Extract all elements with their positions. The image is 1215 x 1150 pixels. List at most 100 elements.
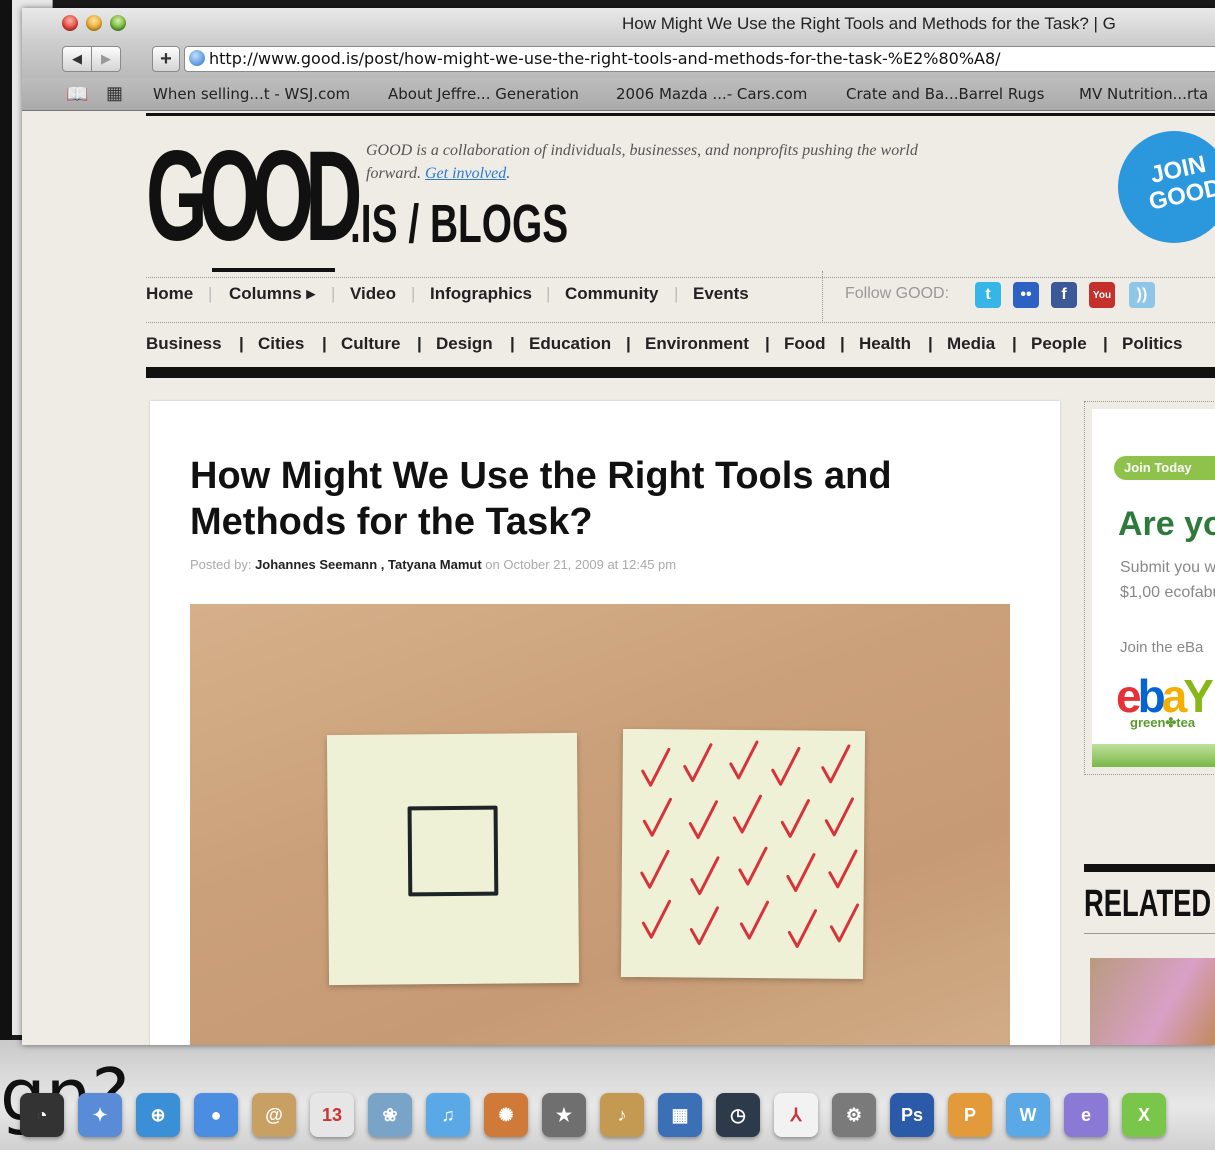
entourage-icon[interactable]: e — [1064, 1093, 1108, 1137]
photoshop-icon[interactable]: Ps — [890, 1093, 934, 1137]
square-drawing — [407, 805, 499, 897]
related-rule — [1084, 864, 1215, 872]
bookmarks-book-icon[interactable]: 📖 — [66, 84, 88, 105]
add-bookmark-button[interactable]: + — [152, 46, 180, 72]
nav-separator: | — [674, 284, 679, 303]
site-tagline: GOOD is a collaboration of individuals, … — [366, 142, 918, 182]
garageband-icon[interactable]: ♪ — [600, 1093, 644, 1137]
nav-separator: | — [510, 334, 515, 353]
site-logo-sub[interactable]: .IS / BLOGS — [350, 197, 568, 251]
preview-icon[interactable]: ✦ — [78, 1093, 122, 1137]
address-book-icon[interactable]: @ — [252, 1093, 296, 1137]
nav-separator: | — [322, 334, 327, 353]
category-business[interactable]: Business — [146, 334, 222, 354]
follow-label: Follow GOOD: — [845, 285, 950, 302]
flickr-icon[interactable]: •• — [1013, 282, 1039, 308]
time-machine-icon[interactable]: ◷ — [716, 1093, 760, 1137]
nav-community[interactable]: Community — [565, 284, 659, 304]
iphoto-icon[interactable]: ❀ — [368, 1093, 412, 1137]
nav-separator: | — [239, 334, 244, 353]
close-window-button[interactable] — [62, 15, 78, 31]
category-cities[interactable]: Cities — [258, 334, 304, 354]
minimize-window-button[interactable] — [86, 15, 102, 31]
system-preferences-icon[interactable]: ⚙ — [832, 1093, 876, 1137]
web-page: GOOD .IS / BLOGS GOOD is a collaboration… — [22, 111, 1215, 1045]
ad-body: Submit you win a $1,00 ecofabulou — [1120, 559, 1215, 601]
nav-separator: | — [928, 334, 933, 353]
category-politics[interactable]: Politics — [1122, 334, 1182, 354]
facebook-icon[interactable]: f — [1051, 282, 1077, 308]
article-card: How Might We Use the Right Tools and Met… — [150, 401, 1060, 1045]
activity-monitor-icon[interactable]: ◔ — [20, 1093, 64, 1137]
related-heading: RELATED C — [1084, 883, 1215, 925]
category-environment[interactable]: Environment — [645, 334, 749, 354]
browser-window: How Might We Use the Right Tools and Met… — [22, 8, 1215, 1045]
acrobat-icon[interactable]: ⅄ — [774, 1093, 818, 1137]
article-title[interactable]: How Might We Use the Right Tools and Met… — [190, 453, 990, 545]
nav-events[interactable]: Events — [693, 284, 749, 304]
category-design[interactable]: Design — [436, 334, 493, 354]
ad-panel: Join Today Are yo Submit you win a $1,00… — [1092, 409, 1215, 767]
ad-grass-graphic — [1092, 744, 1215, 767]
safari-icon[interactable]: ⊕ — [136, 1093, 180, 1137]
nav-divider — [146, 322, 1215, 323]
ad-headline: Are yo — [1118, 505, 1215, 543]
nav-separator: | — [1012, 334, 1017, 353]
imovie-icon[interactable]: ★ — [542, 1093, 586, 1137]
title-bar[interactable]: How Might We Use the Right Tools and Met… — [22, 8, 1215, 40]
category-health[interactable]: Health — [859, 334, 911, 354]
get-involved-link[interactable]: Get involved — [425, 165, 506, 182]
byline-date: on October 21, 2009 at 12:45 pm — [485, 557, 677, 572]
url-text: http://www.good.is/post/how-might-we-use… — [209, 49, 1001, 68]
top-sites-grid-icon[interactable]: ▦ — [106, 83, 123, 104]
nav-separator: | — [765, 334, 770, 353]
bookmark-item[interactable]: About Jeffre... Generation — [388, 85, 579, 103]
category-food[interactable]: Food — [784, 334, 826, 354]
nav-columns[interactable]: Columns ▸ — [229, 284, 315, 304]
join-good-button[interactable]: JOIN GOOD — [1118, 131, 1215, 243]
nav-separator: | — [331, 284, 336, 303]
category-education[interactable]: Education — [529, 334, 611, 354]
category-media[interactable]: Media — [947, 334, 995, 354]
nav-separator: | — [208, 284, 213, 303]
excel-icon[interactable]: X — [1122, 1093, 1166, 1137]
powerpoint-icon[interactable]: P — [948, 1093, 992, 1137]
rss-icon[interactable]: )) — [1129, 282, 1155, 308]
byline-authors[interactable]: Johannes Seemann , Tatyana Mamut — [255, 557, 482, 572]
related-thumbnail[interactable] — [1090, 958, 1215, 1045]
nav-home[interactable]: Home — [146, 284, 193, 304]
address-bar[interactable]: http://www.good.is/post/how-might-we-use… — [184, 46, 1215, 72]
itunes-icon[interactable]: ♫ — [426, 1093, 470, 1137]
twitter-icon[interactable]: t — [975, 282, 1001, 308]
globe-icon — [189, 50, 205, 66]
nav-bottom-rule — [146, 367, 1215, 378]
nav-active-indicator — [212, 268, 335, 272]
forward-button[interactable]: ▶ — [91, 46, 121, 72]
bookmark-item[interactable]: When selling...t - WSJ.com — [153, 85, 350, 103]
word-icon[interactable]: W — [1006, 1093, 1050, 1137]
bookmark-item[interactable]: Crate and Ba...Barrel Rugs — [846, 85, 1044, 103]
ical-icon[interactable]: 13 — [310, 1093, 354, 1137]
zoom-window-button[interactable] — [110, 15, 126, 31]
window-title: How Might We Use the Right Tools and Met… — [622, 14, 1116, 33]
youtube-icon[interactable]: You — [1089, 282, 1115, 308]
category-people[interactable]: People — [1031, 334, 1087, 354]
related-divider — [1084, 933, 1215, 934]
browser-toolbar: ◀ ▶ + http://www.good.is/post/how-might-… — [22, 40, 1215, 78]
ichat-icon[interactable]: ● — [194, 1093, 238, 1137]
sidebar-ad[interactable]: Join Today Are yo Submit you win a $1,00… — [1084, 401, 1215, 775]
join-today-badge[interactable]: Join Today — [1114, 456, 1215, 480]
nav-video[interactable]: Video — [350, 284, 396, 304]
nav-infographics[interactable]: Infographics — [430, 284, 532, 304]
site-logo[interactable]: GOOD — [146, 133, 362, 261]
join-good-label: JOIN GOOD — [1146, 150, 1215, 216]
dashboard-icon[interactable]: ▦ — [658, 1093, 702, 1137]
category-culture[interactable]: Culture — [341, 334, 401, 354]
back-button[interactable]: ◀ — [62, 46, 92, 72]
dock: ◔ ✦ ⊕ ● @13 ❀ ♫ ✺ ★ ♪ ▦ ◷ ⅄ ⚙ Ps P We X — [20, 1093, 1215, 1150]
sticky-note-square — [326, 732, 580, 986]
bookmark-item[interactable]: MV Nutrition...rta — [1079, 85, 1208, 103]
image-capture-icon[interactable]: ✺ — [484, 1093, 528, 1137]
bookmark-item[interactable]: 2006 Mazda ...- Cars.com — [616, 85, 807, 103]
nav-separator: | — [411, 284, 416, 303]
